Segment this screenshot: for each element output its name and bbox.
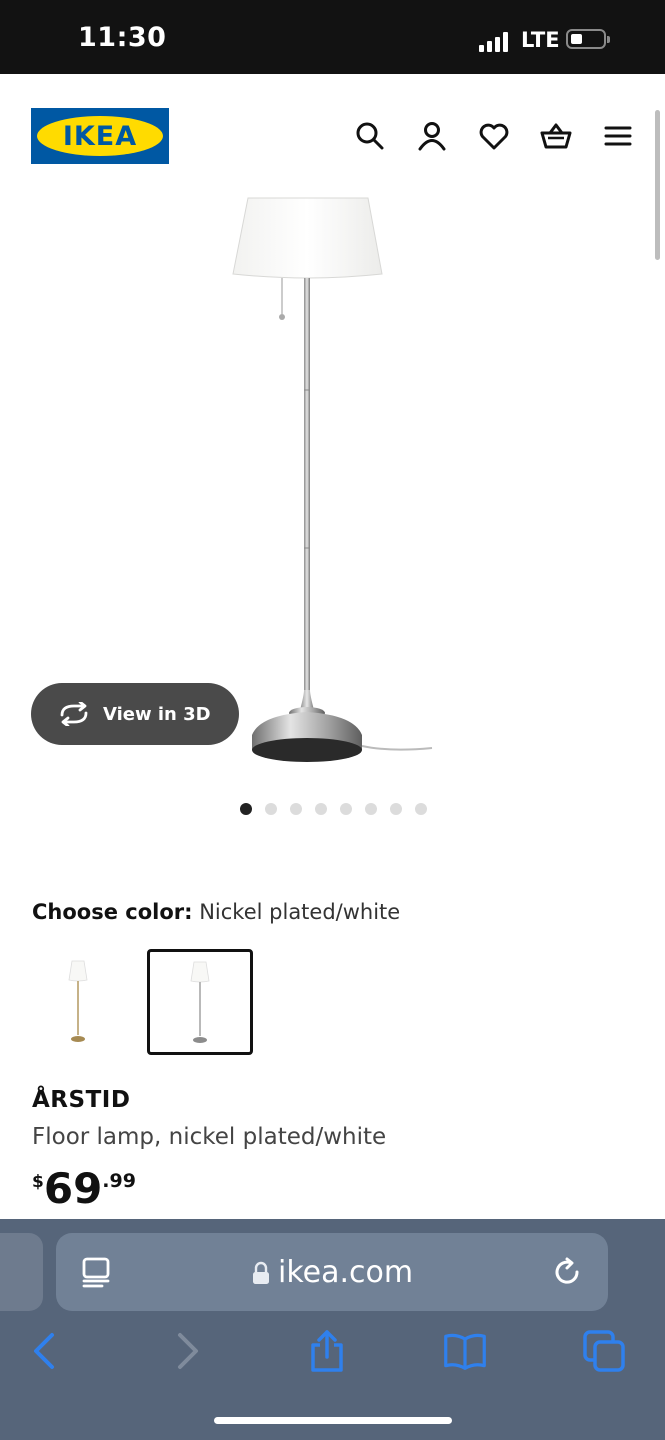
product-name: ÅRSTID xyxy=(32,1087,131,1113)
product-price: $69.99 xyxy=(32,1164,136,1213)
logo-text: IKEA xyxy=(62,120,138,152)
choose-color-row: Choose color: Nickel plated/white xyxy=(32,900,400,924)
browser-toolbar: ikea.com xyxy=(0,1219,665,1440)
carousel-dot[interactable] xyxy=(315,803,327,815)
battery-icon xyxy=(566,29,610,49)
ikea-logo[interactable]: IKEA xyxy=(31,108,169,164)
url-text: ikea.com xyxy=(278,1255,414,1290)
heart-icon[interactable] xyxy=(478,120,510,152)
status-time: 11:30 xyxy=(78,22,167,53)
reload-icon[interactable] xyxy=(552,1256,584,1288)
bookmarks-icon[interactable] xyxy=(443,1329,487,1373)
carousel-dot[interactable] xyxy=(290,803,302,815)
product-image[interactable] xyxy=(200,190,480,780)
choose-color-label: Choose color: xyxy=(32,900,193,924)
share-icon[interactable] xyxy=(305,1329,349,1373)
previous-tab-preview[interactable] xyxy=(0,1233,43,1311)
color-swatch-nickel[interactable] xyxy=(147,949,253,1055)
view-in-3d-button[interactable]: View in 3D xyxy=(31,683,239,745)
carousel-dot[interactable] xyxy=(390,803,402,815)
carousel-dot[interactable] xyxy=(340,803,352,815)
carousel-dot[interactable] xyxy=(240,803,252,815)
forward-icon[interactable] xyxy=(166,1329,210,1373)
signal-strength-icon xyxy=(479,32,511,52)
basket-icon[interactable] xyxy=(540,120,572,152)
carousel-dot[interactable] xyxy=(265,803,277,815)
price-integer: 69 xyxy=(43,1164,103,1213)
view-in-3d-label: View in 3D xyxy=(103,703,211,725)
address-bar[interactable]: ikea.com xyxy=(56,1233,608,1311)
network-type: LTE xyxy=(521,28,560,52)
reader-mode-icon[interactable] xyxy=(80,1256,112,1288)
price-decimal: .99 xyxy=(102,1170,136,1192)
lock-icon xyxy=(253,1261,269,1284)
carousel-dot[interactable] xyxy=(365,803,377,815)
scrollbar[interactable] xyxy=(655,110,660,260)
back-icon[interactable] xyxy=(22,1329,66,1373)
product-description: Floor lamp, nickel plated/white xyxy=(32,1124,387,1150)
carousel-dot[interactable] xyxy=(415,803,427,815)
menu-icon[interactable] xyxy=(602,120,634,152)
color-swatch-brass[interactable] xyxy=(26,949,132,1055)
rotate-3d-icon xyxy=(60,702,88,726)
search-icon[interactable] xyxy=(354,120,386,152)
tabs-icon[interactable] xyxy=(582,1329,626,1373)
home-indicator[interactable] xyxy=(214,1417,452,1424)
price-currency: $ xyxy=(32,1172,44,1192)
status-bar: 11:30 LTE xyxy=(0,0,665,74)
selected-color-value: Nickel plated/white xyxy=(199,900,401,924)
account-icon[interactable] xyxy=(416,120,448,152)
